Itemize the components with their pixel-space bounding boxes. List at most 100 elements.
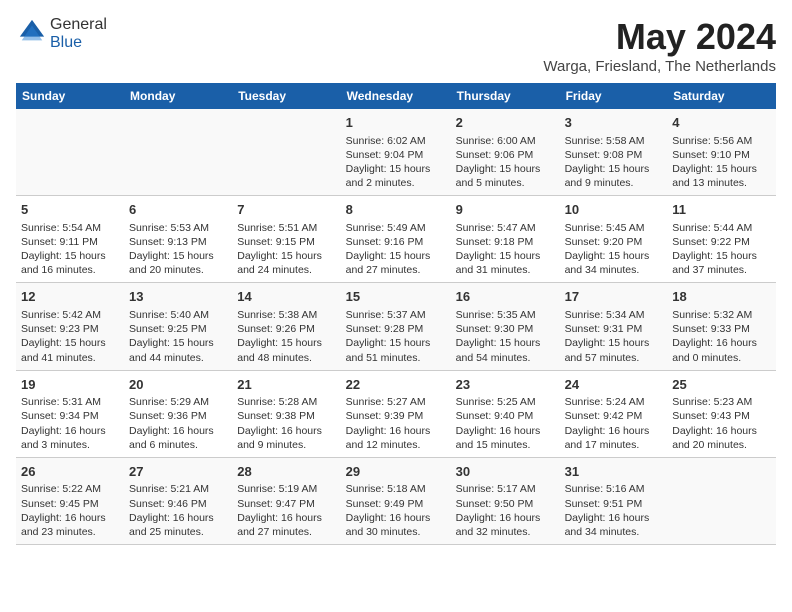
day-cell: 24Sunrise: 5:24 AM Sunset: 9:42 PM Dayli… <box>560 370 668 457</box>
day-number: 14 <box>237 288 335 306</box>
title-block: May 2024 Warga, Friesland, The Netherlan… <box>543 16 776 75</box>
day-number: 20 <box>129 376 227 394</box>
day-cell: 27Sunrise: 5:21 AM Sunset: 9:46 PM Dayli… <box>124 457 232 544</box>
location: Warga, Friesland, The Netherlands <box>543 58 776 75</box>
day-info: Sunrise: 5:47 AM Sunset: 9:18 PM Dayligh… <box>456 221 555 278</box>
day-cell <box>232 109 340 196</box>
day-cell: 11Sunrise: 5:44 AM Sunset: 9:22 PM Dayli… <box>667 196 776 283</box>
day-number: 12 <box>21 288 119 306</box>
day-number: 15 <box>346 288 446 306</box>
day-number: 16 <box>456 288 555 306</box>
day-info: Sunrise: 5:25 AM Sunset: 9:40 PM Dayligh… <box>456 395 555 452</box>
day-number: 9 <box>456 201 555 219</box>
day-info: Sunrise: 5:45 AM Sunset: 9:20 PM Dayligh… <box>565 221 663 278</box>
day-cell: 22Sunrise: 5:27 AM Sunset: 9:39 PM Dayli… <box>341 370 451 457</box>
day-info: Sunrise: 5:32 AM Sunset: 9:33 PM Dayligh… <box>672 308 771 365</box>
day-info: Sunrise: 6:02 AM Sunset: 9:04 PM Dayligh… <box>346 134 446 191</box>
day-info: Sunrise: 5:56 AM Sunset: 9:10 PM Dayligh… <box>672 134 771 191</box>
week-row-2: 5Sunrise: 5:54 AM Sunset: 9:11 PM Daylig… <box>16 196 776 283</box>
day-cell: 10 Sunrise: 5:45 AM Sunset: 9:20 PM Dayli… <box>560 196 668 283</box>
day-number: 28 <box>237 463 335 481</box>
day-number: 26 <box>21 463 119 481</box>
day-info: Sunrise: 5:29 AM Sunset: 9:36 PM Dayligh… <box>129 395 227 452</box>
col-header-thursday: Thursday <box>451 83 560 109</box>
days-header-row: SundayMondayTuesdayWednesdayThursdayFrid… <box>16 83 776 109</box>
day-cell: 6 Sunrise: 5:53 AM Sunset: 9:13 PM Daylig… <box>124 196 232 283</box>
col-header-monday: Monday <box>124 83 232 109</box>
day-info: Sunrise: 5:38 AM Sunset: 9:26 PM Dayligh… <box>237 308 335 365</box>
day-number: 27 <box>129 463 227 481</box>
day-info: Sunrise: 5:40 AM Sunset: 9:25 PM Dayligh… <box>129 308 227 365</box>
day-info: Sunrise: 5:49 AM Sunset: 9:16 PM Dayligh… <box>346 221 446 278</box>
day-info: Sunrise: 5:42 AM Sunset: 9:23 PM Dayligh… <box>21 308 119 365</box>
day-info: Sunrise: 5:37 AM Sunset: 9:28 PM Dayligh… <box>346 308 446 365</box>
day-info: Sunrise: 5:22 AM Sunset: 9:45 PM Dayligh… <box>21 482 119 539</box>
week-row-1: 1Sunrise: 6:02 AM Sunset: 9:04 PM Daylig… <box>16 109 776 196</box>
day-cell: 2 Sunrise: 6:00 AM Sunset: 9:06 PM Daylig… <box>451 109 560 196</box>
day-number: 4 <box>672 114 771 132</box>
col-header-sunday: Sunday <box>16 83 124 109</box>
day-number: 25 <box>672 376 771 394</box>
day-cell: 20Sunrise: 5:29 AM Sunset: 9:36 PM Dayli… <box>124 370 232 457</box>
day-info: Sunrise: 5:19 AM Sunset: 9:47 PM Dayligh… <box>237 482 335 539</box>
day-number: 7 <box>237 201 335 219</box>
day-cell <box>16 109 124 196</box>
day-info: Sunrise: 5:54 AM Sunset: 9:11 PM Dayligh… <box>21 221 119 278</box>
day-cell: 9 Sunrise: 5:47 AM Sunset: 9:18 PM Daylig… <box>451 196 560 283</box>
day-cell: 26Sunrise: 5:22 AM Sunset: 9:45 PM Dayli… <box>16 457 124 544</box>
day-number: 10 <box>565 201 663 219</box>
day-cell: 25Sunrise: 5:23 AM Sunset: 9:43 PM Dayli… <box>667 370 776 457</box>
day-cell: 18Sunrise: 5:32 AM Sunset: 9:33 PM Dayli… <box>667 283 776 370</box>
col-header-friday: Friday <box>560 83 668 109</box>
col-header-tuesday: Tuesday <box>232 83 340 109</box>
day-number: 22 <box>346 376 446 394</box>
col-header-saturday: Saturday <box>667 83 776 109</box>
day-info: Sunrise: 5:24 AM Sunset: 9:42 PM Dayligh… <box>565 395 663 452</box>
day-info: Sunrise: 5:51 AM Sunset: 9:15 PM Dayligh… <box>237 221 335 278</box>
day-number: 30 <box>456 463 555 481</box>
day-info: Sunrise: 5:53 AM Sunset: 9:13 PM Dayligh… <box>129 221 227 278</box>
day-cell: 1Sunrise: 6:02 AM Sunset: 9:04 PM Daylig… <box>341 109 451 196</box>
day-number: 13 <box>129 288 227 306</box>
day-cell: 17Sunrise: 5:34 AM Sunset: 9:31 PM Dayli… <box>560 283 668 370</box>
logo: General Blue <box>16 16 107 52</box>
day-number: 19 <box>21 376 119 394</box>
day-info: Sunrise: 5:28 AM Sunset: 9:38 PM Dayligh… <box>237 395 335 452</box>
day-number: 6 <box>129 201 227 219</box>
day-cell: 30Sunrise: 5:17 AM Sunset: 9:50 PM Dayli… <box>451 457 560 544</box>
day-info: Sunrise: 5:27 AM Sunset: 9:39 PM Dayligh… <box>346 395 446 452</box>
day-cell: 7 Sunrise: 5:51 AM Sunset: 9:15 PM Daylig… <box>232 196 340 283</box>
day-cell: 16 Sunrise: 5:35 AM Sunset: 9:30 PM Dayli… <box>451 283 560 370</box>
day-info: Sunrise: 5:23 AM Sunset: 9:43 PM Dayligh… <box>672 395 771 452</box>
day-cell: 14 Sunrise: 5:38 AM Sunset: 9:26 PM Dayli… <box>232 283 340 370</box>
day-number: 23 <box>456 376 555 394</box>
day-cell <box>124 109 232 196</box>
day-cell: 8Sunrise: 5:49 AM Sunset: 9:16 PM Daylig… <box>341 196 451 283</box>
day-cell: 5Sunrise: 5:54 AM Sunset: 9:11 PM Daylig… <box>16 196 124 283</box>
day-cell: 31Sunrise: 5:16 AM Sunset: 9:51 PM Dayli… <box>560 457 668 544</box>
week-row-5: 26Sunrise: 5:22 AM Sunset: 9:45 PM Dayli… <box>16 457 776 544</box>
month-title: May 2024 <box>543 16 776 58</box>
day-info: Sunrise: 5:34 AM Sunset: 9:31 PM Dayligh… <box>565 308 663 365</box>
col-header-wednesday: Wednesday <box>341 83 451 109</box>
day-info: Sunrise: 6:00 AM Sunset: 9:06 PM Dayligh… <box>456 134 555 191</box>
logo-icon <box>18 18 46 46</box>
day-info: Sunrise: 5:58 AM Sunset: 9:08 PM Dayligh… <box>565 134 663 191</box>
day-number: 3 <box>565 114 663 132</box>
day-cell: 4 Sunrise: 5:56 AM Sunset: 9:10 PM Daylig… <box>667 109 776 196</box>
day-cell <box>667 457 776 544</box>
day-info: Sunrise: 5:17 AM Sunset: 9:50 PM Dayligh… <box>456 482 555 539</box>
day-info: Sunrise: 5:21 AM Sunset: 9:46 PM Dayligh… <box>129 482 227 539</box>
day-number: 21 <box>237 376 335 394</box>
day-cell: 19Sunrise: 5:31 AM Sunset: 9:34 PM Dayli… <box>16 370 124 457</box>
day-number: 2 <box>456 114 555 132</box>
day-cell: 29Sunrise: 5:18 AM Sunset: 9:49 PM Dayli… <box>341 457 451 544</box>
day-info: Sunrise: 5:35 AM Sunset: 9:30 PM Dayligh… <box>456 308 555 365</box>
page-header: General Blue May 2024 Warga, Friesland, … <box>16 16 776 75</box>
day-info: Sunrise: 5:31 AM Sunset: 9:34 PM Dayligh… <box>21 395 119 452</box>
day-cell: 12 Sunrise: 5:42 AM Sunset: 9:23 PM Dayli… <box>16 283 124 370</box>
logo-text-general: General Blue <box>50 16 107 52</box>
day-number: 24 <box>565 376 663 394</box>
day-info: Sunrise: 5:16 AM Sunset: 9:51 PM Dayligh… <box>565 482 663 539</box>
day-number: 29 <box>346 463 446 481</box>
